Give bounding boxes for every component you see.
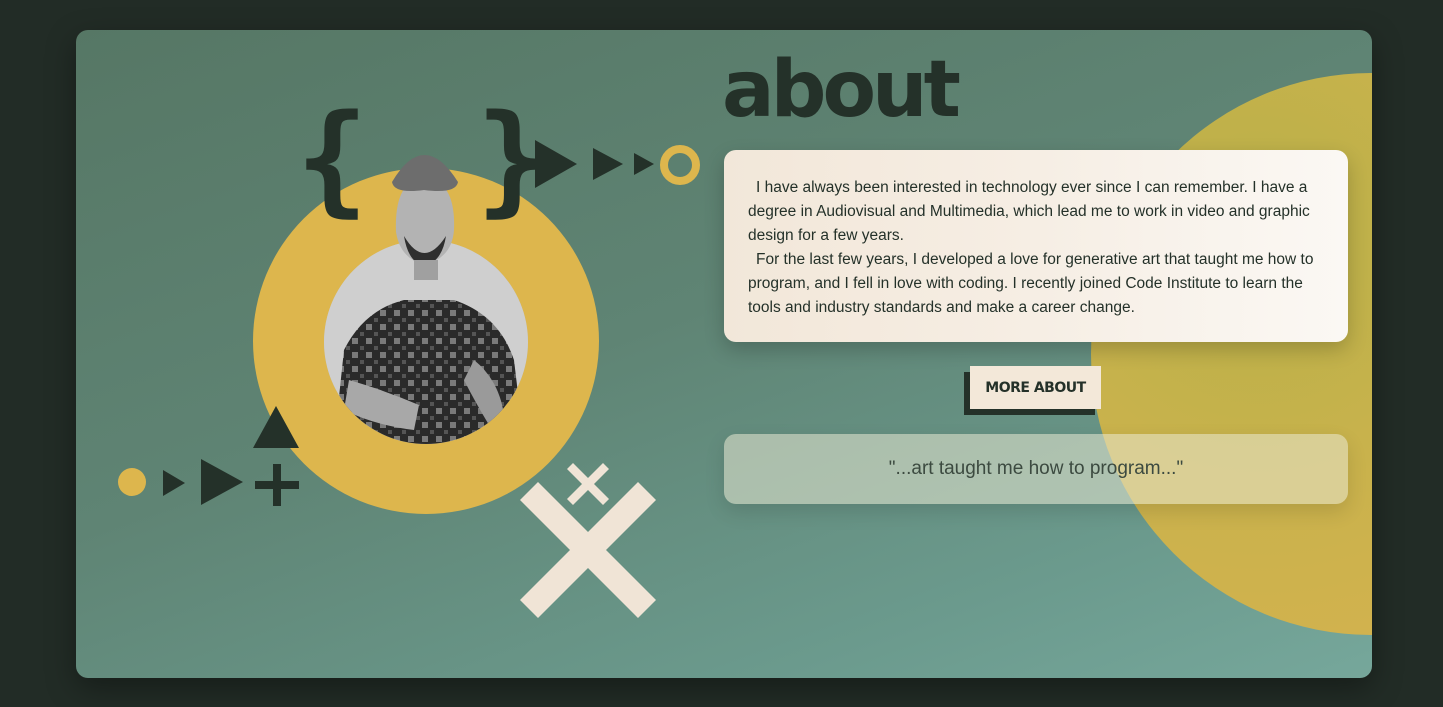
dot-icon bbox=[118, 468, 146, 496]
play-triangle-icon bbox=[163, 470, 185, 496]
quote-box: "...art taught me how to program..." bbox=[724, 434, 1348, 504]
about-paragraph-2: For the last few years, I developed a lo… bbox=[748, 251, 1314, 316]
plus-icon bbox=[255, 464, 299, 506]
portrait-illustration bbox=[324, 155, 528, 444]
about-section: { } about I have always been interested … bbox=[76, 30, 1372, 678]
section-title: about bbox=[722, 45, 961, 135]
about-text-box: I have always been interested in technol… bbox=[724, 150, 1348, 342]
ring-icon bbox=[660, 145, 700, 185]
play-triangle-icon bbox=[634, 153, 654, 175]
play-triangle-icon bbox=[593, 148, 623, 180]
profile-photo bbox=[324, 155, 528, 444]
small-x-mark-icon bbox=[567, 463, 609, 505]
about-paragraph-1: I have always been interested in technol… bbox=[748, 179, 1310, 244]
quote-text: "...art taught me how to program..." bbox=[888, 458, 1184, 479]
more-about-button[interactable]: MORE ABOUT bbox=[970, 366, 1101, 409]
play-triangle-icon bbox=[535, 140, 577, 188]
triangle-icon bbox=[253, 406, 299, 448]
open-curly-brace-icon: { bbox=[296, 90, 369, 229]
play-triangle-icon bbox=[201, 459, 243, 505]
